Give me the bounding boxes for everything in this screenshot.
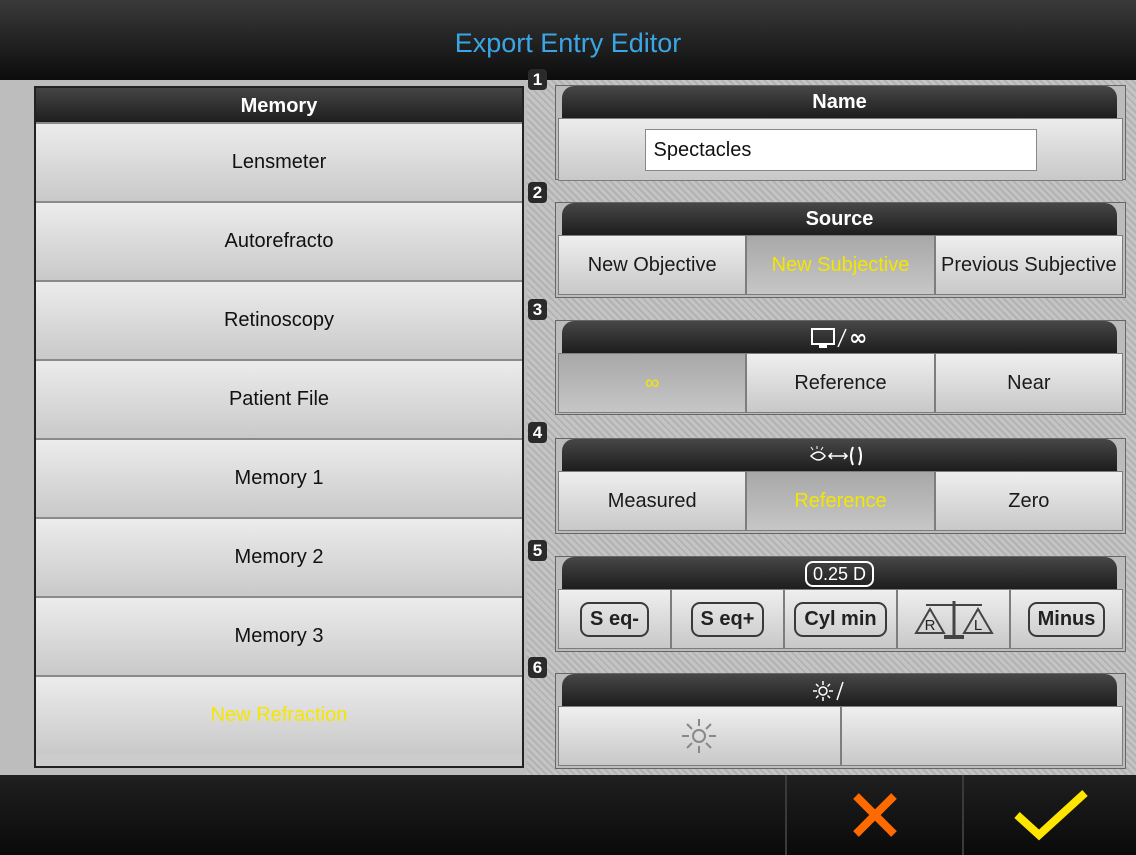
vertex-reference-button[interactable]: Reference [746, 471, 935, 531]
sun-icon [682, 719, 717, 753]
rounding-step-badge: 0.25 D [804, 560, 875, 587]
sun-moon-icon [562, 674, 1117, 706]
lighting-section [555, 673, 1126, 769]
memory-item-retinoscopy[interactable]: Retinoscopy [36, 280, 522, 359]
eye-to-lens-distance-icon [562, 439, 1117, 471]
memory-item-autorefracto[interactable]: Autorefracto [36, 201, 522, 280]
source-section: Source New Objective New Subjective Prev… [555, 202, 1126, 298]
distance-infinity-button[interactable]: ∞ [558, 353, 747, 413]
cancel-button[interactable] [785, 775, 963, 855]
memory-item-memory-2[interactable]: Memory 2 [36, 517, 522, 596]
balance-right-label: R [924, 617, 935, 634]
title-bar: Export Entry Editor [0, 0, 1136, 82]
cyl-min-label: Cyl min [794, 601, 887, 637]
balance-left-label: L [973, 617, 981, 634]
section-number-4: 4 [528, 422, 547, 443]
day-mode-button[interactable] [558, 706, 841, 766]
s-eq-plus-label: S eq+ [690, 601, 765, 637]
cyl-min-button[interactable]: Cyl min [784, 589, 897, 649]
night-mode-button[interactable] [840, 706, 1123, 766]
confirm-button[interactable] [962, 775, 1136, 855]
memory-header: Memory [36, 88, 522, 122]
section-number-1: 1 [528, 69, 547, 90]
s-eq-minus-label: S eq- [580, 601, 649, 637]
distance-near-button[interactable]: Near [934, 353, 1123, 413]
section-number-6: 6 [528, 657, 547, 678]
section-number-3: 3 [528, 299, 547, 320]
monitor-infinity-icon: ∞ [562, 321, 1117, 353]
s-eq-minus-button[interactable]: S eq- [558, 589, 671, 649]
s-eq-plus-button[interactable]: S eq+ [671, 589, 784, 649]
section-number-2: 2 [528, 182, 547, 203]
source-previous-subjective-button[interactable]: Previous Subjective [934, 235, 1123, 295]
memory-item-memory-3[interactable]: Memory 3 [36, 596, 522, 675]
name-field-container: Spectacles [558, 118, 1123, 181]
vertex-measured-button[interactable]: Measured [558, 471, 747, 531]
source-new-objective-button[interactable]: New Objective [558, 235, 747, 295]
memory-list: Memory Lensmeter Autorefracto Retinoscop… [34, 86, 524, 768]
distance-section: ∞ ∞ Reference Near [555, 320, 1126, 415]
rounding-section: 0.25 D S eq- S eq+ Cyl min R L Minus [555, 556, 1126, 652]
minus-button[interactable]: Minus [1010, 589, 1123, 649]
vertex-section: Measured Reference Zero [555, 438, 1126, 534]
balance-button[interactable]: R L [897, 589, 1010, 649]
source-new-subjective-button[interactable]: New Subjective [746, 235, 935, 295]
vertex-zero-button[interactable]: Zero [934, 471, 1123, 531]
source-header: Source [562, 203, 1117, 235]
bottom-bar [0, 775, 1136, 855]
distance-reference-button[interactable]: Reference [746, 353, 935, 413]
memory-item-new-refraction[interactable]: New Refraction [36, 675, 522, 754]
name-header: Name [562, 86, 1117, 118]
name-section: Name Spectacles [555, 85, 1126, 181]
close-icon [853, 793, 897, 837]
window-title: Export Entry Editor [454, 28, 682, 58]
name-input[interactable]: Spectacles [644, 128, 1037, 171]
right-panel-background [527, 80, 1136, 775]
balance-scale-icon: R L [913, 601, 994, 639]
section-number-5: 5 [528, 540, 547, 561]
memory-item-patient-file[interactable]: Patient File [36, 359, 522, 438]
rounding-header: 0.25 D [562, 557, 1117, 589]
check-icon [1014, 790, 1088, 841]
memory-item-lensmeter[interactable]: Lensmeter [36, 122, 522, 201]
svg-text:∞: ∞ [849, 326, 867, 350]
memory-item-memory-1[interactable]: Memory 1 [36, 438, 522, 517]
moon-icon [972, 721, 988, 751]
minus-label: Minus [1027, 601, 1106, 637]
